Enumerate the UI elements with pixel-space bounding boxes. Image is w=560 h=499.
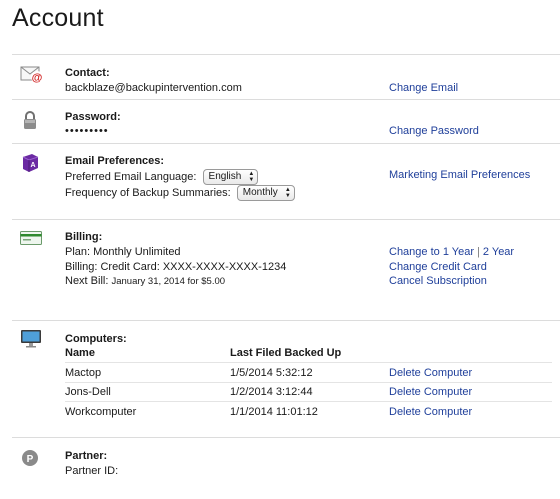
contact-heading: Contact: <box>65 67 110 79</box>
language-select[interactable]: English ▲ ▼ <box>202 169 259 185</box>
mail-at-icon: @ <box>20 66 43 84</box>
change-credit-card-link[interactable]: Change Credit Card <box>389 261 487 273</box>
language-row: Preferred Email Language: English ▲ ▼ <box>65 169 259 185</box>
table-row-divider <box>65 362 552 363</box>
credit-card-icon <box>20 231 42 245</box>
page-title: Account <box>12 4 104 32</box>
delete-computer-link[interactable]: Delete Computer <box>389 386 472 398</box>
section-divider <box>12 143 560 144</box>
section-divider <box>12 320 560 321</box>
computer-name: Jons-Dell <box>65 386 111 398</box>
section-divider <box>12 99 560 100</box>
plan-change-links: Change to 1 Year | 2 Year <box>389 246 514 258</box>
change-to-2-year-link[interactable]: 2 Year <box>483 246 514 258</box>
table-row-divider <box>65 401 552 402</box>
partner-p-icon: P <box>22 450 38 466</box>
delete-computer-link[interactable]: Delete Computer <box>389 367 472 379</box>
dictionary-icon: A <box>22 154 39 172</box>
next-bill-row: Next Bill: January 31, 2014 for $5.00 <box>65 275 225 287</box>
select-arrows-icon: ▲ ▼ <box>284 187 291 199</box>
marketing-email-preferences-link[interactable]: Marketing Email Preferences <box>389 169 530 181</box>
cancel-subscription-link[interactable]: Cancel Subscription <box>389 275 487 287</box>
section-divider <box>12 219 560 220</box>
change-to-1-year-link[interactable]: Change to 1 Year <box>389 246 474 258</box>
next-bill-value: January 31, 2014 for $5.00 <box>111 276 226 287</box>
frequency-select-value: Monthly <box>242 187 278 198</box>
link-separator: | <box>477 246 480 258</box>
change-email-link[interactable]: Change Email <box>389 82 458 94</box>
frequency-label: Frequency of Backup Summaries: <box>65 186 231 199</box>
billing-heading: Billing: <box>65 231 103 243</box>
frequency-row: Frequency of Backup Summaries: Monthly ▲… <box>65 185 295 201</box>
password-heading: Password: <box>65 111 121 123</box>
computer-last-backup: 1/5/2014 5:32:12 <box>230 367 313 379</box>
column-header-name: Name <box>65 347 95 359</box>
svg-text:A: A <box>30 162 35 169</box>
language-label: Preferred Email Language: <box>65 170 197 183</box>
monitor-icon <box>21 330 41 348</box>
next-bill-label: Next Bill: <box>65 275 109 287</box>
computer-last-backup: 1/1/2014 11:01:12 <box>230 406 318 418</box>
column-header-last-filed: Last Filed Backed Up <box>230 347 342 359</box>
partner-id-label: Partner ID: <box>65 465 119 477</box>
delete-computer-link[interactable]: Delete Computer <box>389 406 472 418</box>
billing-plan: Plan: Monthly Unlimited <box>65 246 181 258</box>
partner-icon-letter: P <box>27 454 34 465</box>
change-password-link[interactable]: Change Password <box>389 125 479 137</box>
email-preferences-heading: Email Preferences: <box>65 155 165 167</box>
section-divider <box>12 437 560 438</box>
frequency-select[interactable]: Monthly ▲ ▼ <box>236 185 295 201</box>
table-row-divider <box>65 382 552 383</box>
padlock-icon <box>24 111 36 129</box>
contact-email: backblaze@backupintervention.com <box>65 82 242 94</box>
svg-text:@: @ <box>32 72 43 84</box>
computers-heading: Computers: <box>65 333 127 345</box>
billing-credit-card: Billing: Credit Card: XXXX-XXXX-XXXX-123… <box>65 261 287 273</box>
select-arrows-icon: ▲ ▼ <box>248 171 255 183</box>
computer-last-backup: 1/2/2014 3:12:44 <box>230 386 313 398</box>
computer-name: Mactop <box>65 367 102 379</box>
section-divider <box>12 54 560 55</box>
partner-heading: Partner: <box>65 450 108 462</box>
password-masked-value: ••••••••• <box>65 125 109 137</box>
computer-name: Workcomputer <box>65 406 137 418</box>
language-select-value: English <box>208 171 242 182</box>
